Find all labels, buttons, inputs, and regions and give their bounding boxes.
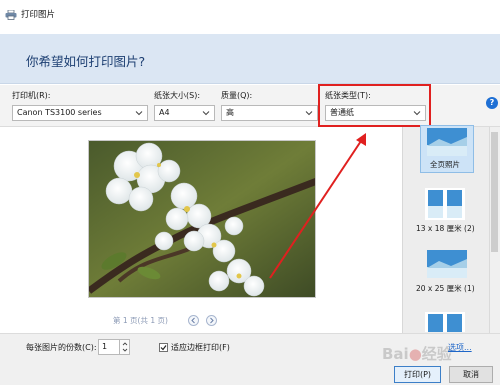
fit-frame-label[interactable]: 适应边框打印(F) <box>171 342 230 353</box>
layout-label: 20 x 25 厘米 (1) <box>416 284 475 293</box>
layout-label: 全页照片 <box>430 160 460 169</box>
fit-frame-checkbox[interactable] <box>159 343 168 352</box>
copies-label: 每张图片的份数(C): <box>26 343 97 352</box>
title-bar <box>0 0 500 34</box>
copies-spinner[interactable] <box>120 339 130 355</box>
help-icon[interactable]: ? <box>486 97 498 109</box>
options-link[interactable]: 选项... <box>448 342 472 353</box>
quality-value: 高 <box>226 108 234 117</box>
chevron-left-icon <box>191 317 195 324</box>
page-indicator: 第 1 页(共 1 页) <box>113 316 168 325</box>
printer-icon <box>5 9 17 20</box>
layout-thumbnail-13x18[interactable] <box>425 188 465 220</box>
paper-size-value: A4 <box>159 108 170 117</box>
checkmark-icon <box>160 345 167 351</box>
layout-thumbnail-partial[interactable] <box>425 312 465 332</box>
quality-select[interactable]: 高 <box>221 105 318 121</box>
chevron-down-icon <box>305 107 313 119</box>
next-page-button[interactable] <box>206 315 217 326</box>
chevron-down-icon <box>202 107 210 119</box>
previous-page-button[interactable] <box>188 315 199 326</box>
annotation-arrow <box>269 133 366 279</box>
paper-size-select[interactable]: A4 <box>154 105 215 121</box>
layout-label: 13 x 18 厘米 (2) <box>416 224 475 233</box>
chevron-down-icon <box>135 107 143 119</box>
printer-value: Canon TS3100 series <box>17 108 102 117</box>
spin-up-icon <box>122 342 128 346</box>
spin-down-icon <box>122 348 128 352</box>
quality-label: 质量(Q): <box>221 91 253 100</box>
layout-thumbnail-20x25[interactable] <box>427 250 467 278</box>
print-button[interactable]: 打印(P) <box>394 366 441 383</box>
layout-thumbnail-full <box>427 128 467 156</box>
printer-select[interactable]: Canon TS3100 series <box>12 105 148 121</box>
window-title: 打印图片 <box>21 10 56 20</box>
cancel-button[interactable]: 取消 <box>449 366 493 383</box>
paper-size-label: 纸张大小(S): <box>154 91 201 100</box>
annotation-highlight-box <box>318 84 431 127</box>
chevron-right-icon <box>210 317 214 324</box>
dialog-heading: 你希望如何打印图片? <box>26 54 146 69</box>
watermark: Bai●经验 <box>382 345 452 363</box>
copies-input[interactable]: 1 <box>98 339 120 355</box>
printer-label: 打印机(R): <box>12 91 51 100</box>
scrollbar-thumb[interactable] <box>491 132 498 252</box>
